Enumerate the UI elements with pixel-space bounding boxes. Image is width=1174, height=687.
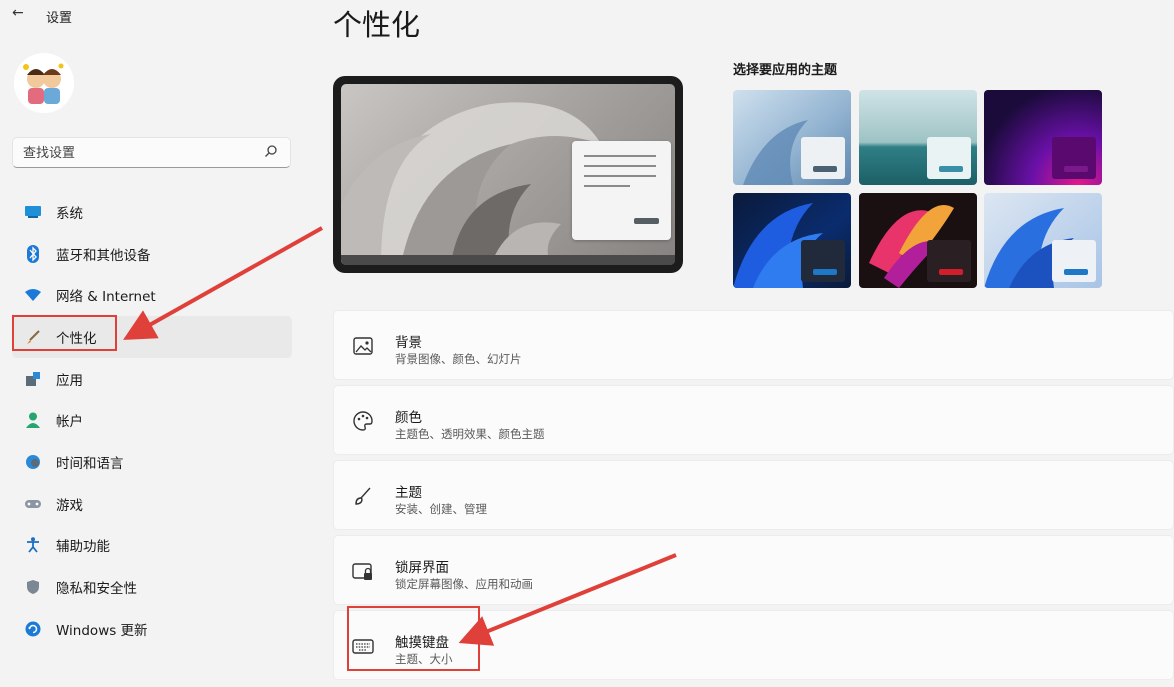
sidebar-item-label: Windows 更新 bbox=[56, 622, 148, 639]
card-title: 锁屏界面 bbox=[395, 560, 449, 576]
title-bar: ← 设置 bbox=[0, 0, 320, 32]
sidebar-item-label: 系统 bbox=[56, 205, 83, 222]
search-input[interactable] bbox=[23, 143, 263, 163]
card-title: 主题 bbox=[395, 485, 422, 501]
wifi-icon bbox=[24, 286, 42, 304]
page-title: 个性化 bbox=[333, 8, 421, 42]
sidebar-item-personalization[interactable]: 个性化 bbox=[12, 316, 292, 358]
card-subtitle: 锁定屏幕图像、应用和动画 bbox=[395, 577, 533, 591]
card-subtitle: 主题、大小 bbox=[395, 652, 453, 666]
preview-window bbox=[572, 141, 671, 240]
sidebar-item-gaming[interactable]: 游戏 bbox=[12, 483, 292, 525]
sidebar-item-privacy[interactable]: 隐私和安全性 bbox=[12, 566, 292, 608]
card-subtitle: 主题色、透明效果、颜色主题 bbox=[395, 427, 545, 441]
sidebar-item-time-language[interactable]: 时间和语言 bbox=[12, 441, 292, 483]
card-title: 触摸键盘 bbox=[395, 635, 449, 651]
image-icon bbox=[353, 337, 373, 355]
sidebar-item-accounts[interactable]: 帐户 bbox=[12, 399, 292, 441]
sidebar-item-label: 帐户 bbox=[56, 414, 83, 431]
person-icon bbox=[24, 411, 42, 429]
card-subtitle: 安装、创建、管理 bbox=[395, 502, 487, 516]
app-title: 设置 bbox=[46, 11, 73, 26]
sidebar-item-label: 网络 & Internet bbox=[56, 289, 156, 306]
card-title: 颜色 bbox=[395, 410, 422, 426]
theme-thumb-light-bloom[interactable] bbox=[733, 90, 851, 185]
theme-thumb-purple-glow[interactable] bbox=[984, 90, 1102, 185]
sidebar-item-windows-update[interactable]: Windows 更新 bbox=[12, 608, 292, 650]
sidebar-item-label: 游戏 bbox=[56, 497, 83, 514]
sidebar-item-network[interactable]: 网络 & Internet bbox=[12, 274, 292, 316]
keyboard-icon bbox=[352, 639, 374, 654]
update-icon bbox=[24, 620, 42, 638]
sidebar-item-system[interactable]: 系统 bbox=[12, 191, 292, 233]
sidebar-item-accessibility[interactable]: 辅助功能 bbox=[12, 525, 292, 567]
preview-screen bbox=[341, 84, 675, 265]
globe-clock-icon bbox=[24, 453, 42, 471]
sidebar-item-bluetooth[interactable]: 蓝牙和其他设备 bbox=[12, 233, 292, 275]
apps-icon bbox=[24, 370, 42, 388]
card-title: 背景 bbox=[395, 335, 422, 351]
themes-label: 选择要应用的主题 bbox=[733, 63, 838, 78]
sidebar-item-label: 时间和语言 bbox=[56, 455, 124, 472]
avatar[interactable] bbox=[14, 53, 74, 113]
monitor-icon bbox=[24, 203, 42, 221]
search-icon[interactable] bbox=[264, 144, 278, 158]
gamepad-icon bbox=[24, 495, 42, 513]
bluetooth-icon bbox=[24, 244, 42, 263]
palette-icon bbox=[353, 411, 373, 431]
search-box[interactable] bbox=[12, 137, 291, 168]
accessibility-icon bbox=[24, 536, 42, 554]
theme-thumb-lake[interactable] bbox=[859, 90, 977, 185]
setting-card-background[interactable]: 背景 背景图像、颜色、幻灯片 bbox=[333, 310, 1174, 380]
brush-icon bbox=[24, 328, 42, 346]
sidebar-item-label: 隐私和安全性 bbox=[56, 581, 137, 598]
sidebar-item-apps[interactable]: 应用 bbox=[12, 358, 292, 400]
setting-card-lock-screen[interactable]: 锁屏界面 锁定屏幕图像、应用和动画 bbox=[333, 535, 1174, 605]
sidebar-item-label: 个性化 bbox=[56, 330, 97, 347]
sidebar-item-label: 应用 bbox=[56, 372, 83, 389]
sidebar-nav: 系统 蓝牙和其他设备 网络 & Internet 个性化 应用 帐户 时间和语言… bbox=[12, 191, 292, 650]
brush-icon bbox=[355, 487, 371, 505]
theme-preview bbox=[333, 76, 683, 273]
setting-card-themes[interactable]: 主题 安装、创建、管理 bbox=[333, 460, 1174, 530]
back-arrow-icon[interactable]: ← bbox=[12, 5, 24, 21]
sidebar-item-label: 蓝牙和其他设备 bbox=[56, 247, 151, 264]
theme-thumb-blue-bloom[interactable] bbox=[984, 193, 1102, 288]
card-subtitle: 背景图像、颜色、幻灯片 bbox=[395, 352, 522, 366]
sidebar-item-label: 辅助功能 bbox=[56, 539, 110, 556]
setting-card-colors[interactable]: 颜色 主题色、透明效果、颜色主题 bbox=[333, 385, 1174, 455]
setting-card-touch-keyboard[interactable]: 触摸键盘 主题、大小 bbox=[333, 610, 1174, 680]
theme-thumb-flow[interactable] bbox=[859, 193, 977, 288]
shield-icon bbox=[24, 578, 42, 596]
lock-screen-icon bbox=[352, 563, 372, 580]
theme-thumb-dark-bloom[interactable] bbox=[733, 193, 851, 288]
